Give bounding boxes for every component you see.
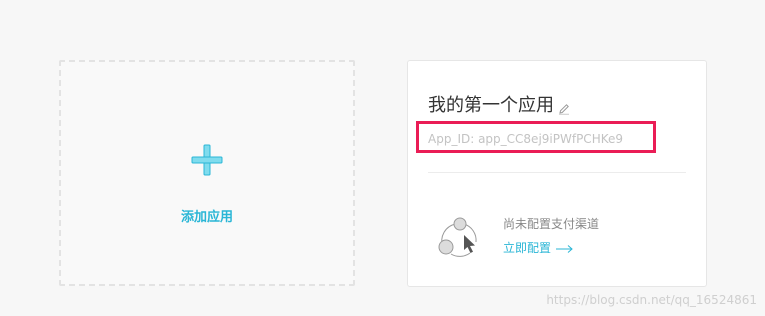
arrow-right-icon <box>555 244 573 253</box>
pencil-edit-icon[interactable] <box>558 103 570 115</box>
app-list-page: 添加应用 我的第一个应用 App_ID: app_CC8ej9iPWfPCHKe… <box>0 0 765 316</box>
app-name: 我的第一个应用 <box>428 95 554 116</box>
plus-icon <box>191 144 223 176</box>
payment-channel-icon <box>438 217 477 257</box>
channel-status-text: 尚未配置支付渠道 <box>503 217 600 231</box>
configure-now-link[interactable]: 立即配置 <box>503 239 574 256</box>
watermark: https://blog.csdn.net/qq_16524861 <box>546 293 757 307</box>
card-divider <box>428 172 686 173</box>
add-app-label: 添加应用 <box>180 210 233 225</box>
app-card[interactable]: 我的第一个应用 App_ID: app_CC8ej9iPWfPCHKe9 尚未配… <box>407 60 707 287</box>
app-id: App_ID: app_CC8ej9iPWfPCHKe9 <box>428 132 623 146</box>
configure-now-label: 立即配置 <box>503 241 552 255</box>
add-app-card[interactable]: 添加应用 <box>59 60 355 286</box>
app-name-row: 我的第一个应用 <box>428 94 570 118</box>
